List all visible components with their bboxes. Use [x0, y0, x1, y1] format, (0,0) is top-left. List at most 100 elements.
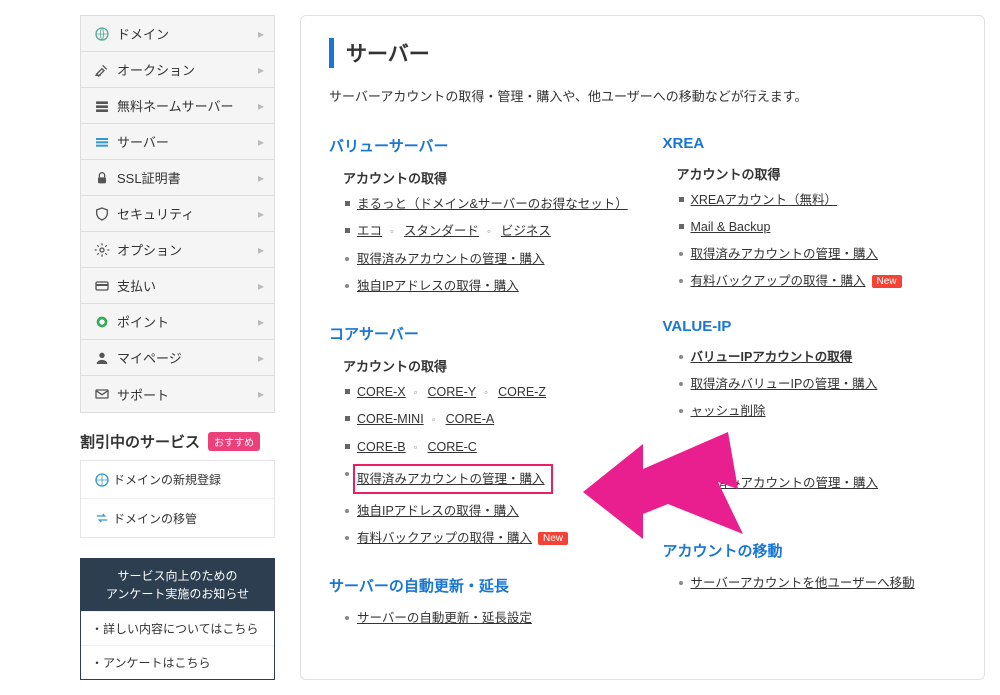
nav-label: ドメイン [113, 24, 258, 43]
nav-item-auction[interactable]: オークション ▸ [81, 52, 274, 88]
link-business[interactable]: ビジネス [501, 221, 551, 241]
link-marutto[interactable]: まるっと（ドメイン&サーバーのお得なセット） [357, 197, 628, 211]
page-title: サーバー [329, 38, 956, 68]
chevron-right-icon: ▸ [258, 315, 264, 329]
link-cache-delete[interactable]: ャッシュ削除 [691, 404, 766, 418]
link-core-y[interactable]: CORE-Y [428, 382, 477, 402]
survey-link-details[interactable]: ・詳しい内容についてはこちら [81, 611, 274, 645]
link-core-x[interactable]: CORE-X [357, 382, 406, 402]
globe-icon [91, 472, 113, 488]
nav-label: マイページ [113, 348, 258, 367]
nav-label: セキュリティ [113, 204, 258, 223]
link-manage-valueip[interactable]: 取得済みバリューIPの管理・購入 [691, 377, 878, 391]
link-manage-purchase-vip[interactable]: 取得済みアカウントの管理・購入 [691, 476, 879, 490]
survey-link-form[interactable]: ・アンケートはこちら [81, 645, 274, 679]
nav-item-server[interactable]: サーバー ▸ [81, 124, 274, 160]
right-column: XREA アカウントの取得 XREAアカウント（無料） Mail & Backu… [663, 129, 957, 635]
transfer-icon [91, 510, 113, 526]
chevron-right-icon: ▸ [258, 243, 264, 257]
shield-icon [91, 206, 113, 222]
user-icon [91, 350, 113, 366]
chevron-right-icon: ▸ [258, 207, 264, 221]
recommended-badge: おすすめ [208, 432, 260, 451]
section-value-ip: VALUE-IP [663, 318, 957, 335]
nav-label: サーバー [113, 132, 258, 151]
survey-line1: サービス向上のための [87, 567, 268, 585]
link-manage-purchase[interactable]: 取得済みアカウントの管理・購入 [357, 252, 545, 266]
link-standard[interactable]: スタンダード [404, 221, 479, 241]
nav-item-domain[interactable]: ドメイン ▸ [81, 16, 274, 52]
link-backup-core[interactable]: 有料バックアップの取得・購入 [357, 531, 532, 545]
section-core-server: コアサーバー [329, 323, 623, 344]
chevron-right-icon: ▸ [258, 171, 264, 185]
chevron-right-icon: ▸ [258, 279, 264, 293]
link-core-a[interactable]: CORE-A [446, 409, 495, 429]
link-xrea-free[interactable]: XREAアカウント（無料） [691, 193, 838, 207]
section-xrea: XREA [663, 135, 957, 152]
left-column: バリューサーバー アカウントの取得 まるっと（ドメイン&サーバーのお得なセット）… [329, 129, 623, 635]
link-ip-purchase[interactable]: 独自IPアドレスの取得・購入 [357, 279, 519, 293]
section-value-server: バリューサーバー [329, 135, 623, 156]
promo-label: ドメインの移管 [113, 510, 197, 527]
link-mail-backup[interactable]: Mail & Backup [691, 220, 771, 234]
stack-icon [91, 134, 113, 150]
promo-heading: 割引中のサービス おすすめ [80, 431, 275, 452]
nav-label: オプション [113, 240, 258, 259]
chevron-right-icon: ▸ [258, 27, 264, 41]
link-eco[interactable]: エコ [357, 221, 382, 241]
link-backup-xrea[interactable]: 有料バックアップの取得・購入 [691, 274, 866, 288]
link-auto-renew-setting[interactable]: サーバーの自動更新・延長設定 [357, 611, 532, 625]
mail-icon [91, 386, 113, 402]
chevron-right-icon: ▸ [258, 99, 264, 113]
section-account-move: アカウントの移動 [663, 540, 957, 561]
nav-item-ssl[interactable]: SSL証明書 ▸ [81, 160, 274, 196]
lock-icon [91, 170, 113, 186]
nav-item-option[interactable]: オプション ▸ [81, 232, 274, 268]
credit-card-icon [91, 278, 113, 294]
link-core-mini[interactable]: CORE-MINI [357, 409, 424, 429]
nav-label: 無料ネームサーバー [113, 96, 258, 115]
link-core-b[interactable]: CORE-B [357, 437, 406, 457]
sidebar: ドメイン ▸ オークション ▸ 無料ネームサーバー ▸ サーバー ▸ SSL証明… [80, 15, 275, 680]
sidebar-nav: ドメイン ▸ オークション ▸ 無料ネームサーバー ▸ サーバー ▸ SSL証明… [80, 15, 275, 413]
promo-title: 割引中のサービス [80, 431, 200, 452]
survey-box: サービス向上のための アンケート実施のお知らせ ・詳しい内容についてはこちら ・… [80, 558, 275, 680]
nav-label: 支払い [113, 276, 258, 295]
link-core-z[interactable]: CORE-Z [498, 382, 546, 402]
gear-icon [91, 242, 113, 258]
nav-label: オークション [113, 60, 258, 79]
link-manage-xrea[interactable]: 取得済みアカウントの管理・購入 [691, 247, 879, 261]
promo-list: ドメインの新規登録 ドメインの移管 [80, 460, 275, 538]
link-valueip-account[interactable]: バリューIPアカウントの取得 [691, 350, 853, 364]
link-core-c[interactable]: CORE-C [428, 437, 477, 457]
promo-item-register[interactable]: ドメインの新規登録 [81, 461, 274, 499]
nav-label: SSL証明書 [113, 168, 258, 187]
nav-item-payment[interactable]: 支払い ▸ [81, 268, 274, 304]
section-auto-renew: サーバーの自動更新・延長 [329, 575, 623, 596]
nav-item-security[interactable]: セキュリティ ▸ [81, 196, 274, 232]
survey-heading: サービス向上のための アンケート実施のお知らせ [81, 559, 274, 611]
new-badge: New [538, 532, 568, 545]
link-manage-purchase-core[interactable]: 取得済みアカウントの管理・購入 [357, 472, 545, 486]
chevron-right-icon: ▸ [258, 135, 264, 149]
new-badge: New [872, 275, 902, 288]
link-account-transfer[interactable]: サーバーアカウントを他ユーザーへ移動 [691, 576, 915, 590]
globe-icon [91, 26, 113, 42]
subheading-account: アカウントの取得 [343, 168, 623, 187]
nav-item-mypage[interactable]: マイページ ▸ [81, 340, 274, 376]
chevron-right-icon: ▸ [258, 351, 264, 365]
nav-label: サポート [113, 385, 258, 404]
nav-item-support[interactable]: サポート ▸ [81, 376, 274, 412]
subheading-account: アカウントの取得 [343, 356, 623, 375]
highlighted-link: 取得済みアカウントの管理・購入 [353, 464, 553, 494]
nav-item-point[interactable]: ポイント ▸ [81, 304, 274, 340]
coin-icon [91, 314, 113, 330]
nav-item-nameserver[interactable]: 無料ネームサーバー ▸ [81, 88, 274, 124]
page-description: サーバーアカウントの取得・管理・購入や、他ユーザーへの移動などが行えます。 [329, 86, 956, 105]
survey-line2: アンケート実施のお知らせ [87, 585, 268, 603]
gavel-icon [91, 62, 113, 78]
link-ip-purchase-core[interactable]: 独自IPアドレスの取得・購入 [357, 504, 519, 518]
chevron-right-icon: ▸ [258, 63, 264, 77]
server-icon [91, 98, 113, 114]
promo-item-transfer[interactable]: ドメインの移管 [81, 499, 274, 537]
